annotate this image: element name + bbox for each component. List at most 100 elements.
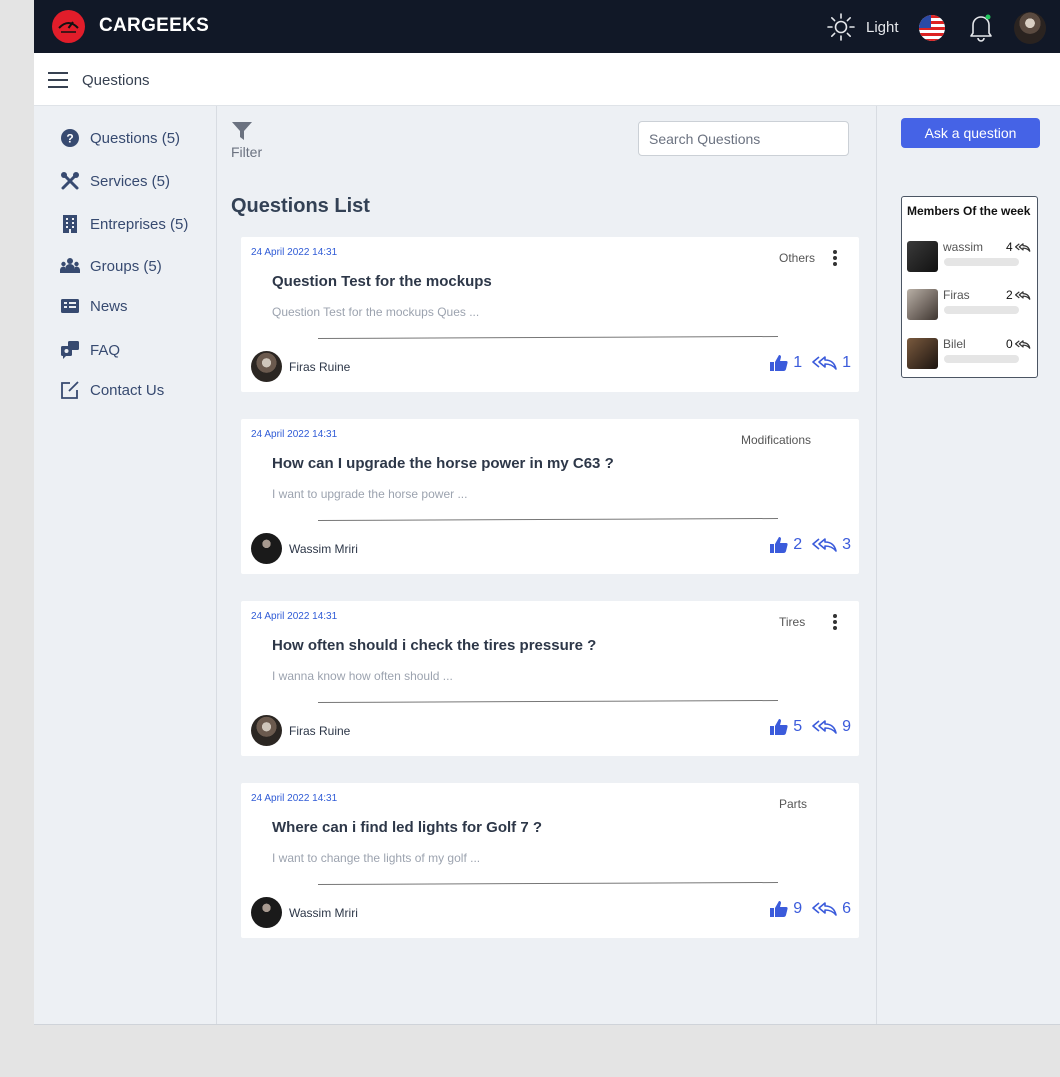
reply-all-icon bbox=[812, 538, 837, 552]
cargeeks-logo-icon[interactable] bbox=[52, 10, 85, 43]
questions-list-title: Questions List bbox=[231, 195, 370, 217]
question-category: Parts bbox=[779, 797, 808, 811]
reply-all-icon bbox=[812, 902, 837, 916]
member-score-bar bbox=[944, 258, 1019, 266]
reply-count: 1 bbox=[842, 354, 851, 371]
like-count: 9 bbox=[793, 900, 803, 917]
sidebar-item-questions[interactable]: ? Questions (5) bbox=[60, 128, 180, 148]
user-avatar[interactable] bbox=[1014, 12, 1046, 44]
reply-all-icon bbox=[1014, 339, 1031, 349]
reply-button[interactable]: 6 bbox=[812, 900, 851, 918]
member-row[interactable]: Bilel 0 bbox=[907, 336, 1035, 370]
sidebar-item-groups[interactable]: Groups (5) bbox=[60, 256, 162, 276]
edit-contact-icon bbox=[60, 380, 80, 400]
question-card[interactable]: 24 April 2022 14:31 Others Question Test… bbox=[241, 237, 859, 392]
author-avatar[interactable] bbox=[251, 897, 282, 928]
author-name[interactable]: Wassim Mriri bbox=[289, 542, 358, 556]
member-row[interactable]: wassim 4 bbox=[907, 239, 1035, 273]
question-date: 24 April 2022 14:31 bbox=[251, 611, 338, 622]
reply-count: 3 bbox=[842, 536, 851, 553]
like-button[interactable]: 5 bbox=[769, 718, 802, 736]
filter-button[interactable]: Filter bbox=[231, 120, 271, 160]
member-name: wassim bbox=[943, 240, 984, 254]
divider bbox=[318, 517, 778, 522]
thumbs-up-icon bbox=[770, 901, 788, 917]
members-widget-title: Members Of the week bbox=[907, 204, 1031, 218]
members-of-the-week-widget: Members Of the week wassim 4 Firas 2 Bil… bbox=[901, 196, 1038, 378]
question-card[interactable]: 24 April 2022 14:31 Parts Where can i fi… bbox=[241, 783, 859, 938]
like-count: 5 bbox=[793, 718, 803, 735]
sidebar-item-label: Contact Us bbox=[90, 381, 165, 399]
sidebar-item-label: News bbox=[90, 297, 128, 315]
author-avatar[interactable] bbox=[251, 715, 282, 746]
sub-header: Questions bbox=[34, 53, 1060, 106]
member-score-value: 4 bbox=[1006, 240, 1013, 254]
divider bbox=[318, 699, 778, 704]
ask-question-button[interactable]: Ask a question bbox=[901, 118, 1040, 148]
app-window: CARGEEKS Light Questions ? Questions (5)… bbox=[34, 0, 1060, 1025]
sidebar-item-entreprises[interactable]: Entreprises (5) bbox=[60, 214, 188, 234]
notification-bell-icon[interactable] bbox=[968, 12, 994, 42]
top-navbar: CARGEEKS Light bbox=[34, 0, 1060, 53]
author-avatar[interactable] bbox=[251, 533, 282, 564]
member-score-bar bbox=[944, 306, 1019, 314]
theme-toggle[interactable]: Light bbox=[826, 12, 899, 42]
more-options-icon[interactable] bbox=[832, 250, 838, 266]
divider bbox=[318, 881, 778, 886]
question-stats: 1 1 bbox=[769, 354, 851, 372]
question-stats: 2 3 bbox=[769, 536, 851, 554]
question-date: 24 April 2022 14:31 bbox=[251, 247, 338, 258]
like-button[interactable]: 9 bbox=[769, 900, 802, 918]
sun-icon bbox=[827, 13, 855, 41]
divider bbox=[318, 335, 778, 340]
member-avatar bbox=[907, 241, 938, 272]
author-name[interactable]: Firas Ruine bbox=[289, 360, 350, 374]
author-name[interactable]: Wassim Mriri bbox=[289, 906, 358, 920]
thumbs-up-icon bbox=[770, 355, 788, 371]
question-title[interactable]: Question Test for the mockups bbox=[272, 273, 492, 290]
reply-button[interactable]: 9 bbox=[812, 718, 851, 736]
question-title[interactable]: Where can i find led lights for Golf 7 ? bbox=[272, 819, 542, 836]
reply-all-icon bbox=[1014, 290, 1031, 300]
author-name[interactable]: Firas Ruine bbox=[289, 724, 350, 738]
hamburger-menu-icon[interactable] bbox=[48, 72, 68, 88]
question-circle-icon: ? bbox=[60, 128, 80, 148]
like-button[interactable]: 1 bbox=[769, 354, 802, 372]
more-options-icon[interactable] bbox=[832, 614, 838, 630]
reply-all-icon bbox=[812, 356, 837, 370]
sidebar-item-services[interactable]: Services (5) bbox=[60, 171, 170, 191]
question-card[interactable]: 24 April 2022 14:31 Modifications How ca… bbox=[241, 419, 859, 574]
member-score-bar bbox=[944, 355, 1019, 363]
member-avatar bbox=[907, 289, 938, 320]
member-score: 4 bbox=[1006, 240, 1031, 254]
like-button[interactable]: 2 bbox=[769, 536, 802, 554]
member-row[interactable]: Firas 2 bbox=[907, 287, 1035, 321]
news-icon bbox=[60, 296, 80, 316]
question-excerpt: I want to change the lights of my golf .… bbox=[272, 851, 481, 865]
sidebar-item-label: Entreprises (5) bbox=[90, 215, 189, 233]
question-date: 24 April 2022 14:31 bbox=[251, 429, 338, 440]
us-flag-icon[interactable] bbox=[919, 15, 945, 41]
question-excerpt: I want to upgrade the horse power ... bbox=[272, 487, 468, 501]
svg-text:?: ? bbox=[66, 132, 73, 146]
tools-icon bbox=[60, 171, 80, 191]
question-card[interactable]: 24 April 2022 14:31 Tires How often shou… bbox=[241, 601, 859, 756]
sidebar-item-faq[interactable]: FAQ bbox=[60, 340, 120, 360]
member-score: 2 bbox=[1006, 288, 1031, 302]
member-score-value: 2 bbox=[1006, 288, 1013, 302]
sidebar: ? Questions (5) Services (5) Entreprises… bbox=[34, 106, 217, 1024]
question-stats: 9 6 bbox=[769, 900, 851, 918]
reply-button[interactable]: 1 bbox=[812, 354, 851, 372]
sidebar-item-label: Services (5) bbox=[90, 172, 171, 190]
reply-all-icon bbox=[1014, 242, 1031, 252]
main-content: Filter Questions List 24 April 2022 14:3… bbox=[217, 106, 876, 1024]
search-input[interactable] bbox=[638, 121, 849, 156]
question-title[interactable]: How can I upgrade the horse power in my … bbox=[272, 455, 614, 472]
reply-button[interactable]: 3 bbox=[812, 536, 851, 554]
member-avatar bbox=[907, 338, 938, 369]
author-avatar[interactable] bbox=[251, 351, 282, 382]
question-title[interactable]: How often should i check the tires press… bbox=[272, 637, 596, 654]
sidebar-item-news[interactable]: News bbox=[60, 296, 128, 316]
sidebar-item-contact-us[interactable]: Contact Us bbox=[60, 380, 164, 400]
question-category: Others bbox=[779, 251, 816, 265]
